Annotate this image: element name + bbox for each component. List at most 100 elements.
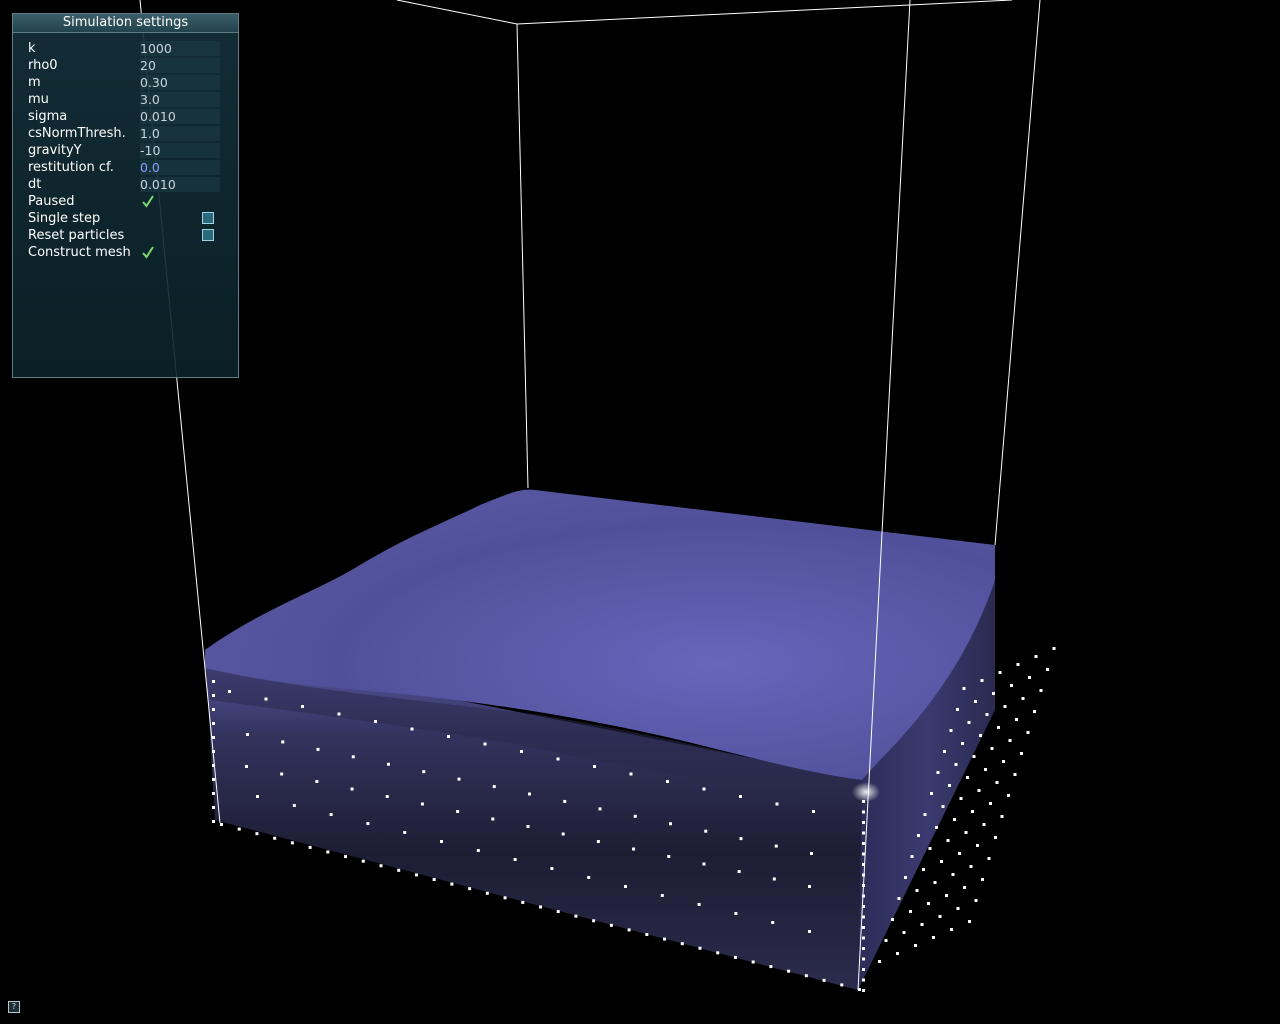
particle-dot xyxy=(556,910,560,914)
particle-dot xyxy=(698,946,702,950)
param-value-field[interactable]: 20 xyxy=(140,58,220,73)
particle-dot xyxy=(951,873,955,876)
param-value-field[interactable]: 0.010 xyxy=(140,109,220,124)
checkmark-icon[interactable] xyxy=(141,244,155,261)
container-box-lines xyxy=(396,0,1013,489)
toggle-reset-particles[interactable]: Reset particles xyxy=(28,227,228,244)
particle-dot xyxy=(344,855,348,859)
particle-dot xyxy=(862,926,865,929)
particle-dot xyxy=(228,690,231,693)
particle-dot xyxy=(862,821,865,824)
param-row-csnormthresh: csNormThresh. 1.0 xyxy=(28,125,228,142)
particle-dot xyxy=(945,894,948,897)
param-value-field[interactable]: 0.010 xyxy=(140,177,220,192)
particle-dot xyxy=(915,889,919,892)
particle-dot xyxy=(483,742,487,746)
particle-dot xyxy=(645,933,649,936)
particle-dot xyxy=(702,787,706,791)
particle-dot xyxy=(212,736,215,739)
toggle-single-step[interactable]: Single step xyxy=(28,210,228,227)
particle-dot xyxy=(840,983,844,987)
particle-dot xyxy=(491,817,495,821)
param-row-m: m 0.30 xyxy=(28,74,228,91)
particle-dot xyxy=(1015,718,1018,721)
particle-dot xyxy=(935,826,938,829)
particle-dot xyxy=(977,789,981,792)
particle-dot xyxy=(624,885,627,888)
panel-title: Simulation settings xyxy=(13,14,238,33)
particle-dot xyxy=(961,742,964,745)
particle-dot xyxy=(1033,710,1036,713)
particle-dot xyxy=(629,772,633,776)
particle-dot xyxy=(329,813,333,816)
particle-dot xyxy=(374,720,377,723)
particle-dot xyxy=(526,825,530,828)
particle-dot xyxy=(414,873,418,877)
particle-dot xyxy=(212,792,215,795)
particle-dot xyxy=(769,965,773,969)
particle-dot xyxy=(990,747,994,750)
particle-dot xyxy=(561,832,565,836)
checkbox-empty-icon[interactable] xyxy=(202,229,214,241)
checkmark-icon[interactable] xyxy=(141,193,155,210)
param-row-mu: mu 3.0 xyxy=(28,91,228,108)
particle-dot xyxy=(280,772,284,776)
particle-dot xyxy=(237,827,241,831)
particle-dot xyxy=(787,969,791,973)
particle-dot xyxy=(810,852,813,855)
particle-dot xyxy=(315,780,319,783)
particle-dot xyxy=(967,721,971,724)
param-row-restitution: restitution cf. 0.0 xyxy=(28,159,228,176)
particle-dot xyxy=(366,822,370,825)
particle-dot xyxy=(995,781,999,784)
particle-dot xyxy=(954,763,958,766)
particle-dot xyxy=(946,839,950,842)
particle-dot xyxy=(914,944,917,947)
particle-dot xyxy=(940,860,943,863)
particle-dot xyxy=(403,831,407,834)
toggle-label: Single step xyxy=(28,211,101,226)
param-label: m xyxy=(28,75,41,90)
particle-dot xyxy=(627,928,631,932)
particle-dot xyxy=(936,771,940,774)
particle-dot xyxy=(891,918,894,921)
particle-dot xyxy=(948,784,951,787)
param-value-field[interactable]: 1.0 xyxy=(140,126,220,141)
particle-dot xyxy=(1039,689,1043,692)
particle-dot xyxy=(862,968,865,971)
particle-dot xyxy=(862,957,865,961)
particle-dot xyxy=(308,845,312,849)
particle-dot xyxy=(862,978,865,982)
param-value-field[interactable]: -10 xyxy=(140,143,220,158)
particle-dot xyxy=(910,855,914,858)
particle-dot xyxy=(704,829,708,833)
particle-dot xyxy=(669,822,672,826)
param-value-field[interactable]: 0.0 xyxy=(140,160,220,175)
param-value-field[interactable]: 0.30 xyxy=(140,75,220,90)
particle-dot xyxy=(256,795,259,798)
particle-dot xyxy=(862,947,865,950)
particle-dot xyxy=(998,671,1002,674)
checkbox-empty-icon[interactable] xyxy=(202,212,214,224)
particle-dot xyxy=(212,806,215,809)
particle-dot xyxy=(982,823,986,826)
particle-dot xyxy=(822,978,826,982)
particle-dot xyxy=(953,818,956,821)
particle-dot xyxy=(862,852,865,856)
toggle-paused[interactable]: Paused xyxy=(28,193,228,210)
particle-dot xyxy=(976,844,979,847)
help-icon[interactable]: ? xyxy=(8,1001,20,1013)
param-label: dt xyxy=(28,177,42,192)
param-value-field[interactable]: 1000 xyxy=(140,41,220,56)
particle-dot xyxy=(922,868,925,871)
particle-dot xyxy=(734,912,738,915)
particle-dot xyxy=(997,726,1000,729)
param-value-field[interactable]: 3.0 xyxy=(140,92,220,107)
particle-dot xyxy=(1013,773,1017,776)
particle-dot xyxy=(212,708,215,711)
particle-dot xyxy=(739,837,743,841)
particle-dot xyxy=(520,750,523,753)
toggle-construct-mesh[interactable]: Construct mesh xyxy=(28,244,228,261)
particle-dot xyxy=(980,679,984,682)
particle-dot xyxy=(985,713,989,716)
